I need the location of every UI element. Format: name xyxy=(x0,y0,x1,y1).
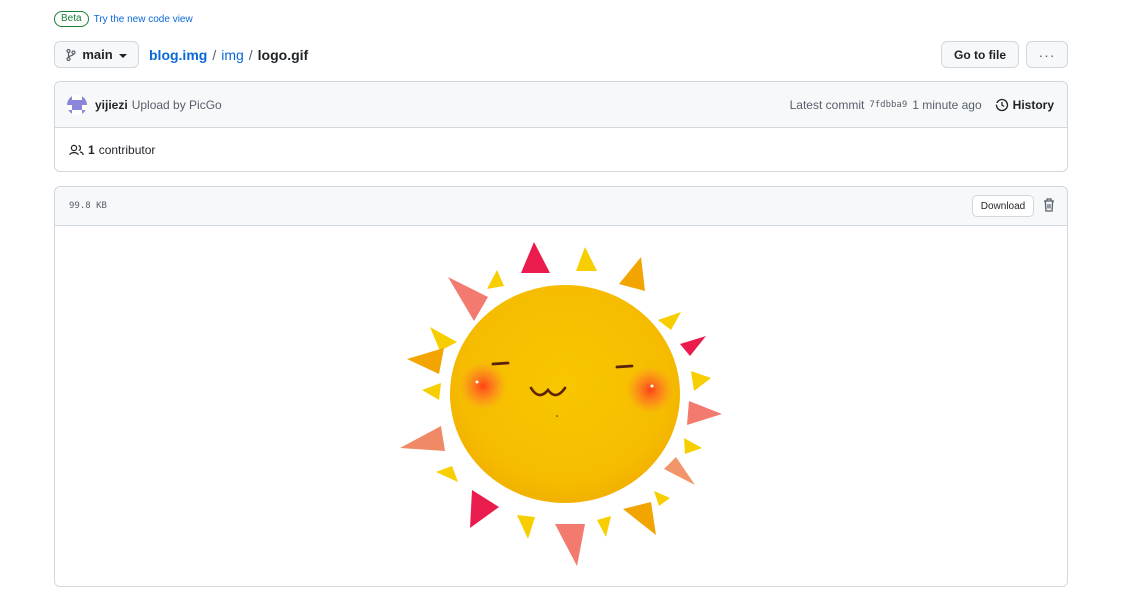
git-branch-icon xyxy=(66,48,76,61)
go-to-file-button[interactable]: Go to file xyxy=(941,41,1019,68)
contributors-row[interactable]: 1 contributor xyxy=(55,128,1067,171)
sun-logo-image xyxy=(400,242,722,566)
history-icon xyxy=(995,98,1008,112)
breadcrumb-file-name: logo.gif xyxy=(257,46,309,63)
latest-commit-label: Latest commit xyxy=(789,98,865,112)
chevron-down-icon xyxy=(118,53,127,58)
latest-commit-box: yijiezi Upload by PicGo Latest commit 7f… xyxy=(54,81,1068,172)
file-navigation: main blog.img / img / logo.gif Go to fil… xyxy=(54,41,1068,68)
breadcrumb-dir-link[interactable]: img xyxy=(221,47,244,63)
avatar[interactable] xyxy=(67,94,87,115)
history-link[interactable]: History xyxy=(995,98,1054,112)
commit-message-link[interactable]: Upload by PicGo xyxy=(132,98,222,112)
breadcrumb-repo-link[interactable]: blog.img xyxy=(149,47,207,63)
commit-header: yijiezi Upload by PicGo Latest commit 7f… xyxy=(55,82,1067,128)
file-size: 99.8 KB xyxy=(69,201,107,211)
contributors-label: contributor xyxy=(98,143,156,157)
people-icon xyxy=(69,144,84,156)
contributors-count: 1 xyxy=(88,143,95,157)
breadcrumb-separator: / xyxy=(248,46,253,63)
file-header: 99.8 KB Download xyxy=(55,187,1067,226)
commit-time: 1 minute ago xyxy=(912,98,982,112)
history-label: History xyxy=(1012,98,1054,112)
download-button[interactable]: Download xyxy=(972,195,1034,217)
commit-sha-link[interactable]: 7fdbba9 xyxy=(869,100,907,110)
more-options-button[interactable]: ··· xyxy=(1026,41,1068,68)
commit-meta: Latest commit 7fdbba9 1 minute ago Histo… xyxy=(790,82,1054,128)
branch-select-button[interactable]: main xyxy=(54,41,139,68)
try-new-code-view-link[interactable]: Try the new code view xyxy=(94,14,193,25)
image-preview-area xyxy=(55,226,1067,586)
breadcrumb-separator: / xyxy=(212,46,217,63)
file-viewer: 99.8 KB Download xyxy=(54,186,1068,587)
trash-icon[interactable] xyxy=(1042,197,1056,213)
beta-banner: Beta Try the new code view xyxy=(54,11,193,27)
beta-badge: Beta xyxy=(54,11,89,27)
branch-name: main xyxy=(82,47,113,62)
breadcrumb: blog.img / img / logo.gif xyxy=(149,47,308,63)
commit-author-link[interactable]: yijiezi xyxy=(95,98,128,112)
